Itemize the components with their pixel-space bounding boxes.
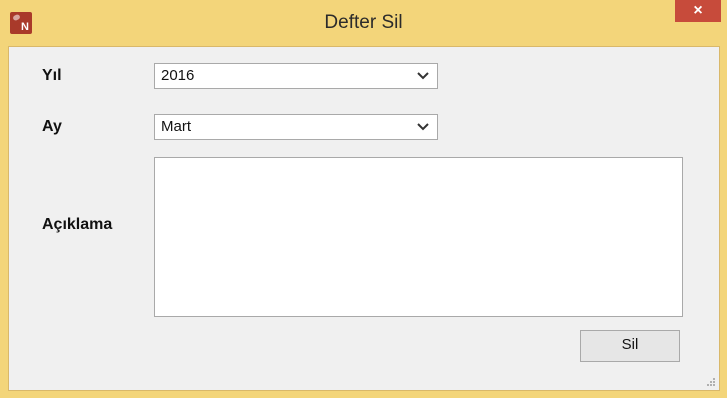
year-label: Yıl <box>42 67 62 84</box>
month-label: Ay <box>42 118 62 135</box>
title-bar[interactable]: N Defter Sil × <box>0 0 727 46</box>
delete-button[interactable]: Sil <box>580 330 680 362</box>
year-select-value: 2016 <box>161 67 195 84</box>
dialog-body: Yıl 2016 Ay Mart Açıklama Sil <box>8 46 720 391</box>
month-select[interactable]: Mart <box>154 114 438 140</box>
description-label: Açıklama <box>42 216 113 233</box>
dialog-window: N Defter Sil × Yıl 2016 Ay Mart Açıklama… <box>0 0 727 398</box>
close-button[interactable]: × <box>675 0 721 22</box>
month-select-value: Mart <box>161 118 191 135</box>
chevron-down-icon <box>417 123 429 131</box>
resize-grip-icon[interactable] <box>706 377 716 387</box>
window-title: Defter Sil <box>324 12 403 33</box>
chevron-down-icon <box>417 72 429 80</box>
year-select[interactable]: 2016 <box>154 63 438 89</box>
close-icon: × <box>693 2 703 19</box>
description-textarea[interactable] <box>154 157 683 317</box>
